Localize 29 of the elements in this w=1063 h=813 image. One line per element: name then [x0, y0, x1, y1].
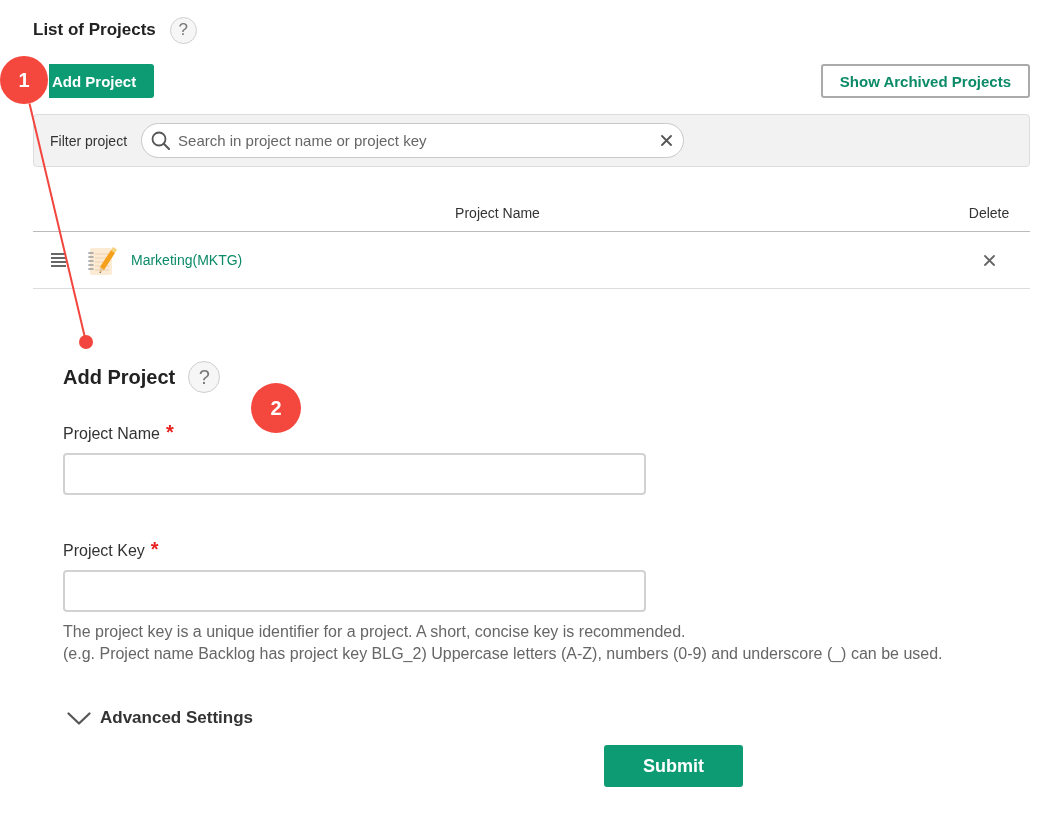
project-name-field[interactable] — [63, 453, 646, 495]
callout-badge: 2 — [251, 383, 301, 433]
form-title: Add Project — [63, 365, 176, 389]
hint-text: The project key is a unique identifier for a project. A short, concise key is recommended. — [63, 622, 687, 642]
column-header: Project Name — [455, 205, 540, 221]
help-button[interactable]: ? — [169, 16, 197, 44]
notepad-pencil-icon — [88, 244, 118, 276]
clear-icon[interactable] — [661, 135, 673, 146]
required-mark: * — [165, 423, 174, 441]
field-label: Project Key — [63, 541, 145, 561]
help-button[interactable]: ? — [188, 361, 221, 393]
project-key-field[interactable] — [63, 570, 646, 612]
submit-button[interactable]: Submit — [604, 745, 743, 787]
delete-icon[interactable] — [983, 254, 995, 266]
page-title: List of Projects — [33, 20, 156, 40]
add-project-button[interactable]: Add Project — [49, 64, 155, 98]
callout-badge: 1 — [0, 56, 48, 104]
search-icon — [151, 131, 171, 150]
column-header: Delete — [968, 205, 1010, 221]
filter-label: Filter project — [50, 132, 128, 149]
hint-text: (e.g. Project name Backlog has project key BLG_2) Uppercase letters (A-Z), numbers (0-9) and underscore (_) can be used. — [63, 644, 944, 664]
required-mark: * — [150, 540, 159, 558]
drag-handle-icon[interactable] — [51, 253, 66, 267]
search-field[interactable]: Search in project name or project key — [141, 123, 685, 158]
show-archived-button[interactable]: Show Archived Projects — [820, 64, 1030, 98]
advanced-settings-toggle[interactable]: Advanced Settings — [63, 706, 254, 730]
field-label: Project Name — [63, 424, 160, 444]
project-link[interactable]: Marketing(MKTG) — [131, 252, 243, 268]
search-input[interactable]: Search in project name or project key — [178, 129, 654, 152]
